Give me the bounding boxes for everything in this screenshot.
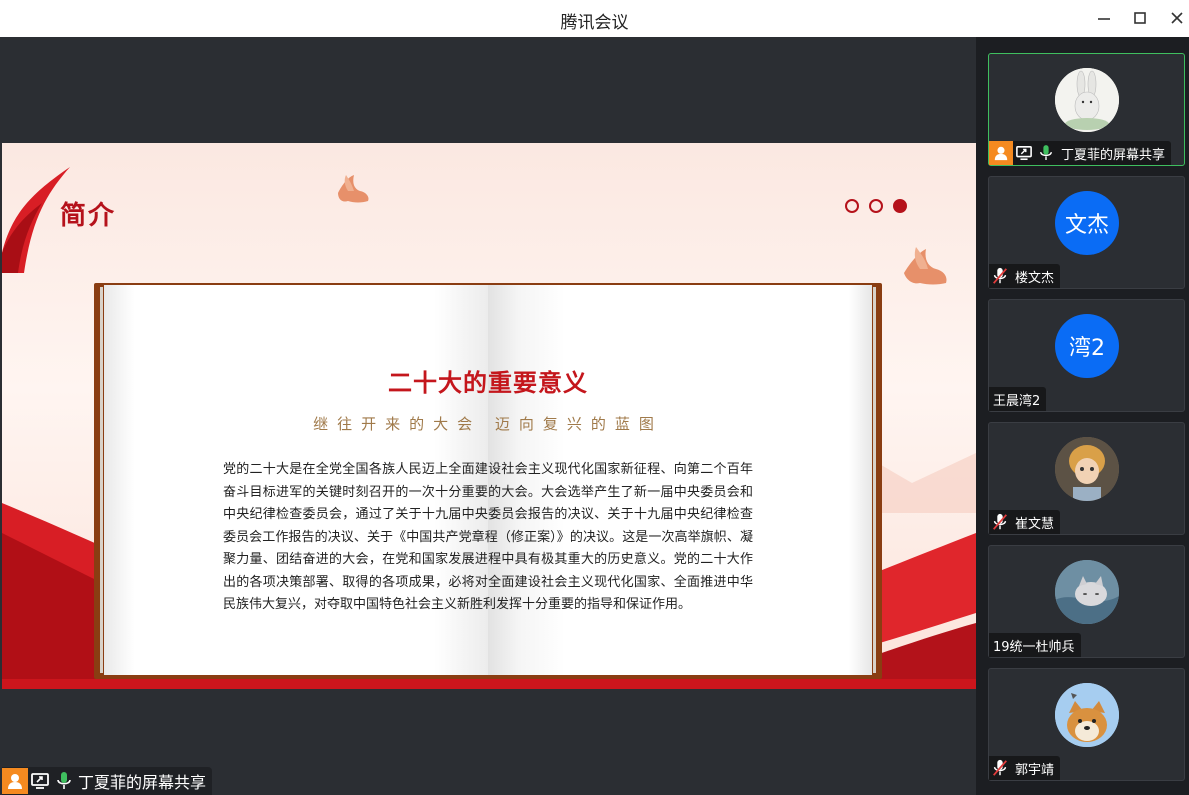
- minimize-button[interactable]: [1091, 6, 1117, 30]
- page-edge: [100, 287, 103, 673]
- maximize-icon: [1134, 12, 1146, 24]
- participant-name-bar: 楼文杰: [989, 264, 1061, 288]
- book-body-text: 党的二十大是在全党全国各族人民迈上全面建设社会主义现代化国家新征程、向第二个百年…: [223, 462, 753, 612]
- host-icon: [989, 141, 1013, 165]
- participant-name: 楼文杰: [1015, 270, 1055, 286]
- avatar: [1055, 68, 1119, 132]
- microphone-muted-icon: [989, 264, 1011, 288]
- participant-name-bar: 郭宇靖: [989, 756, 1061, 780]
- screen-share-icon: [28, 768, 52, 794]
- participant-name-bar: 19统一杜帅兵: [989, 633, 1081, 657]
- window-title: 腾讯会议: [560, 13, 629, 33]
- maximize-button[interactable]: [1127, 6, 1153, 30]
- minimize-icon: [1098, 18, 1110, 20]
- avatar: [1055, 683, 1119, 747]
- book-heading: 二十大的重要意义: [388, 369, 588, 397]
- share-badge-label: 丁夏菲的屏幕共享: [78, 773, 207, 792]
- participant-name: 王晨湾2: [993, 393, 1041, 409]
- page-edge: [873, 287, 876, 673]
- book-subtitle: 继往开来的大会 迈向复兴的蓝图: [313, 415, 663, 433]
- participant-tile[interactable]: 郭宇靖: [988, 668, 1185, 781]
- participant-sidebar: 丁夏菲的屏幕共享 文杰 楼文杰 湾2 王晨湾2 崔文慧 19统一杜帅兵 郭宇靖: [976, 37, 1189, 795]
- screen-share-view[interactable]: 简介 二十大的重要意义 继往开来的大会 迈向复兴的蓝图 党的二十大是在全党全国各…: [2, 37, 976, 795]
- dove-icon: [904, 247, 947, 285]
- page-dot-3[interactable]: [893, 199, 907, 213]
- participant-name: 崔文慧: [1015, 516, 1055, 532]
- participant-name-bar: 王晨湾2: [989, 387, 1047, 411]
- microphone-icon: [52, 768, 76, 794]
- avatar: 文杰: [1055, 191, 1119, 255]
- participant-tile[interactable]: 崔文慧: [988, 422, 1185, 535]
- participant-name: 丁夏菲的屏幕共享: [1061, 147, 1166, 163]
- screen-share-icon: [1013, 141, 1035, 165]
- participant-name-bar: 丁夏菲的屏幕共享: [989, 141, 1172, 165]
- rabbit-avatar-icon: [1055, 68, 1119, 132]
- participant-name: 19统一杜帅兵: [993, 639, 1075, 655]
- screen-share-badge: 丁夏菲的屏幕共享: [2, 767, 213, 795]
- participant-name: 郭宇靖: [1015, 762, 1055, 778]
- participant-tile[interactable]: 文杰 楼文杰: [988, 176, 1185, 289]
- participant-tile[interactable]: 丁夏菲的屏幕共享: [988, 53, 1185, 166]
- host-icon: [2, 768, 28, 794]
- shiba-dog-avatar-icon: [1055, 683, 1119, 747]
- participant-tile[interactable]: 19统一杜帅兵: [988, 545, 1185, 658]
- avatar: [1055, 560, 1119, 624]
- presentation-slide: 简介 二十大的重要意义 继往开来的大会 迈向复兴的蓝图 党的二十大是在全党全国各…: [2, 143, 976, 689]
- avatar: 湾2: [1055, 314, 1119, 378]
- title-bar: 腾讯会议: [0, 0, 1189, 37]
- slide-pagination: [845, 199, 907, 213]
- participant-name-bar: 崔文慧: [989, 510, 1061, 534]
- doll-avatar-icon: [1055, 437, 1119, 501]
- slide-title: 简介: [60, 201, 117, 231]
- close-button[interactable]: [1164, 6, 1189, 30]
- dove-icon: [338, 175, 369, 203]
- avatar: [1055, 437, 1119, 501]
- participant-tile[interactable]: 湾2 王晨湾2: [988, 299, 1185, 412]
- microphone-muted-icon: [989, 510, 1011, 534]
- page-dot-2[interactable]: [869, 199, 883, 213]
- microphone-muted-icon: [989, 756, 1011, 780]
- page-dot-1[interactable]: [845, 199, 859, 213]
- open-book: 二十大的重要意义 继往开来的大会 迈向复兴的蓝图 党的二十大是在全党全国各族人民…: [94, 283, 882, 679]
- microphone-icon: [1035, 141, 1057, 165]
- cat-avatar-icon: [1055, 560, 1119, 624]
- close-icon: [1171, 12, 1183, 24]
